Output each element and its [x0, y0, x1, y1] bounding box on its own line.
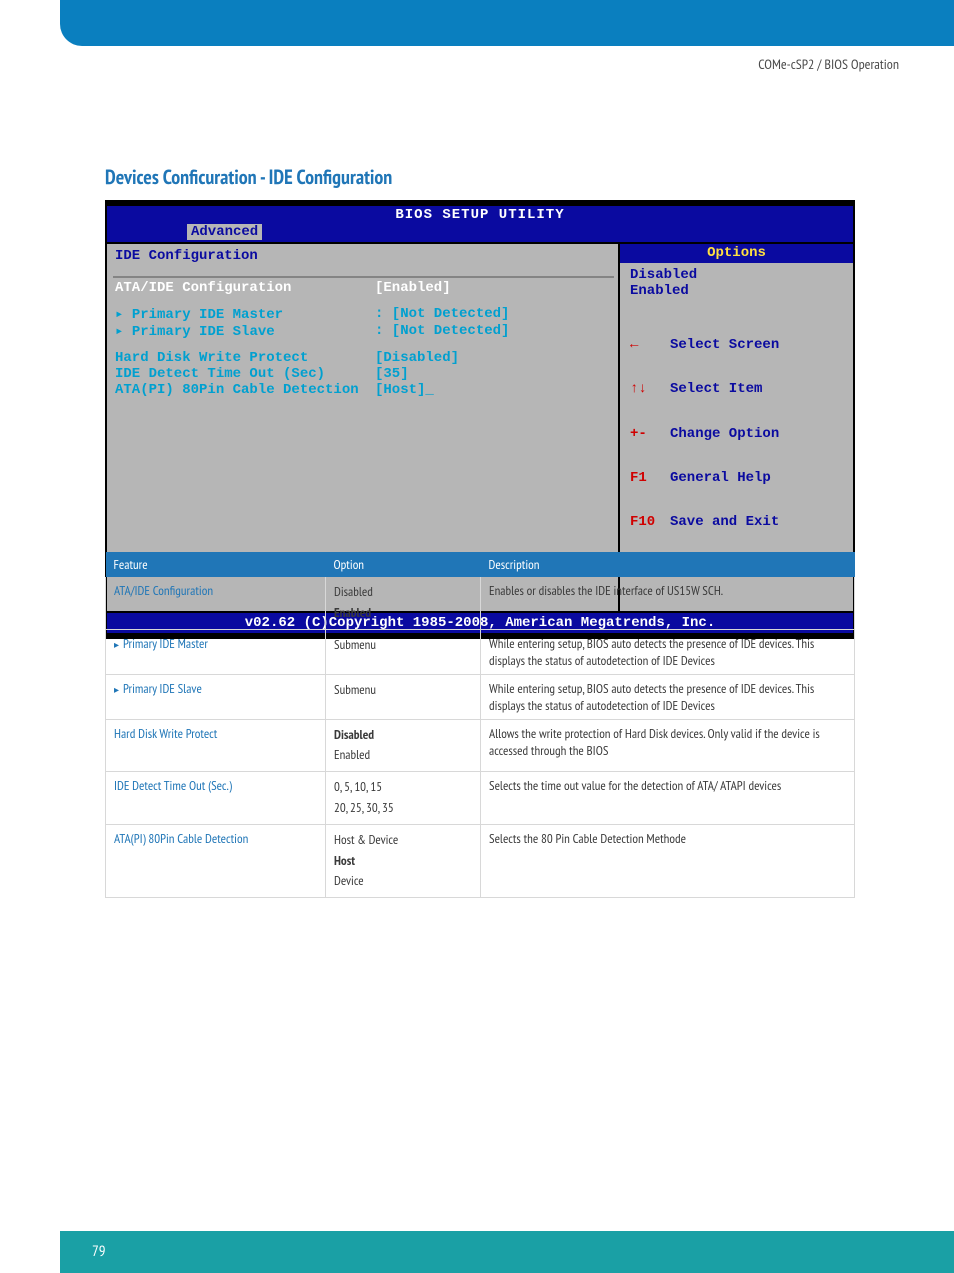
bios-label: ATA/IDE Configuration	[115, 280, 375, 296]
bios-label: ATA(PI) 80Pin Cable Detection	[115, 382, 375, 398]
bios-value: : [Not Detected]	[375, 323, 509, 340]
feature-cell: ATA(PI) 80Pin Cable Detection	[106, 824, 326, 897]
features-table: Feature Option Description ATA/IDE Confi…	[105, 552, 855, 898]
key-glyph: +-	[630, 427, 670, 442]
bios-row-ata-ide[interactable]: ATA/IDE Configuration [Enabled]	[113, 280, 614, 296]
bios-value: [Enabled]	[375, 280, 451, 296]
bios-row-hdwp[interactable]: Hard Disk Write Protect [Disabled]	[113, 350, 614, 366]
option-value: Disabled	[334, 582, 472, 603]
table-header-row: Feature Option Description	[106, 552, 855, 577]
top-banner	[60, 0, 954, 46]
table-row: ▸Primary IDE Slave Submenu While entering …	[106, 674, 855, 719]
bios-subtitle: IDE Configuration	[113, 246, 614, 272]
option-cell: DisabledEnabled	[326, 719, 481, 772]
feature-cell: ▸Primary IDE Master	[106, 629, 326, 674]
feature-label: ATA(PI) 80Pin Cable Detection	[114, 830, 248, 847]
key-action: Save and Exit	[670, 514, 779, 530]
bios-options-title: Options	[620, 244, 853, 263]
bios-row-cable-detection[interactable]: ATA(PI) 80Pin Cable Detection [Host]_	[113, 382, 614, 398]
description-cell: Selects the 80 Pin Cable Detection Metho…	[481, 824, 855, 897]
option-cell: Host & DeviceHostDevice	[326, 824, 481, 897]
option-value: Host & Device	[334, 830, 472, 851]
key-glyph: F1	[630, 471, 670, 486]
option-cell: DisabledEnabled	[326, 577, 481, 629]
bios-label: ▸ Primary IDE Slave	[115, 323, 375, 340]
feature-label: Primary IDE Master	[123, 635, 208, 652]
table-row: Hard Disk Write ProtectDisabledEnabledAl…	[106, 719, 855, 772]
feature-cell: ATA/IDE Configuration	[106, 577, 326, 629]
table-row: ▸Primary IDE Master Submenu While entering…	[106, 629, 855, 674]
bios-label: ▸ Primary IDE Master	[115, 306, 375, 323]
option-value: Device	[334, 871, 472, 892]
bios-value: [35]	[375, 366, 409, 382]
option-value: Enabled	[334, 745, 472, 766]
feature-cell: ▸Primary IDE Slave	[106, 674, 326, 719]
option-cell: Submenu	[326, 629, 481, 674]
option-value: 20, 25, 30, 35	[334, 798, 472, 819]
section-title: Devices Conficuration - IDE Configuratio…	[105, 164, 392, 190]
breadcrumb: COMe-cSP2 / BIOS Operation	[758, 55, 899, 73]
key-glyph: ←	[630, 338, 670, 353]
bios-option[interactable]: Enabled	[630, 283, 845, 299]
option-value: Host	[334, 851, 472, 872]
bios-title-bar: BIOS SETUP UTILITY Advanced	[107, 206, 853, 242]
key-glyph: ↑↓	[630, 382, 670, 397]
key-action: General Help	[670, 470, 771, 486]
feature-cell: Hard Disk Write Protect	[106, 719, 326, 772]
option-cell: 0, 5, 10, 1520, 25, 30, 35	[326, 772, 481, 825]
feature-label: Primary IDE Slave	[123, 680, 202, 697]
bios-tab-advanced[interactable]: Advanced	[187, 224, 262, 240]
page-footer: 79	[60, 1231, 954, 1273]
bios-value: [Disabled]	[375, 350, 459, 366]
description-cell: Selects the time out value for the detec…	[481, 772, 855, 825]
bios-options: Disabled Enabled	[620, 263, 853, 305]
bios-value: : [Not Detected]	[375, 306, 509, 323]
col-description: Description	[481, 552, 855, 577]
key-action: Select Item	[670, 381, 762, 397]
submenu-arrow-icon: ▸	[114, 683, 123, 696]
description-cell: While entering setup, BIOS auto detects …	[481, 674, 855, 719]
bios-value: [Host]_	[375, 382, 434, 398]
feature-label: IDE Detect Time Out (Sec.)	[114, 777, 232, 794]
bios-row-ide-timeout[interactable]: IDE Detect Time Out (Sec) [35]	[113, 366, 614, 382]
page-number: 79	[60, 1231, 954, 1261]
col-option: Option	[326, 552, 481, 577]
submenu-arrow-icon: ▸	[114, 638, 123, 651]
table-row: ATA(PI) 80Pin Cable Detection Host & Devi…	[106, 824, 855, 897]
description-cell: While entering setup, BIOS auto detects …	[481, 629, 855, 674]
feature-cell: IDE Detect Time Out (Sec.)	[106, 772, 326, 825]
key-action: Select Screen	[670, 337, 779, 353]
bios-tabs: Advanced	[107, 224, 853, 242]
bios-title: BIOS SETUP UTILITY	[107, 206, 853, 224]
feature-label: ATA/IDE Configuration	[114, 582, 213, 599]
bios-option[interactable]: Disabled	[630, 267, 845, 283]
bios-row-primary-master[interactable]: ▸ Primary IDE Master : [Not Detected]	[113, 306, 614, 323]
option-value: Disabled	[334, 725, 472, 746]
option-value: Enabled	[334, 603, 472, 624]
table-row: ATA/IDE ConfigurationDisabledEnabledEnab…	[106, 577, 855, 629]
description-cell: Allows the write protection of Hard Disk…	[481, 719, 855, 772]
col-feature: Feature	[106, 552, 326, 577]
option-value: Submenu	[334, 680, 472, 701]
description-cell: Enables or disables the IDE interface of…	[481, 577, 855, 629]
table-row: IDE Detect Time Out (Sec.) 0, 5, 10, 1520…	[106, 772, 855, 825]
feature-label: Hard Disk Write Protect	[114, 725, 217, 742]
key-glyph: F10	[630, 515, 670, 530]
bios-label: IDE Detect Time Out (Sec)	[115, 366, 375, 382]
option-cell: Submenu	[326, 674, 481, 719]
key-action: Change Option	[670, 426, 779, 442]
bios-row-primary-slave[interactable]: ▸ Primary IDE Slave : [Not Detected]	[113, 323, 614, 340]
option-value: Submenu	[334, 635, 472, 656]
option-value: 0, 5, 10, 15	[334, 777, 472, 798]
bios-label: Hard Disk Write Protect	[115, 350, 375, 366]
